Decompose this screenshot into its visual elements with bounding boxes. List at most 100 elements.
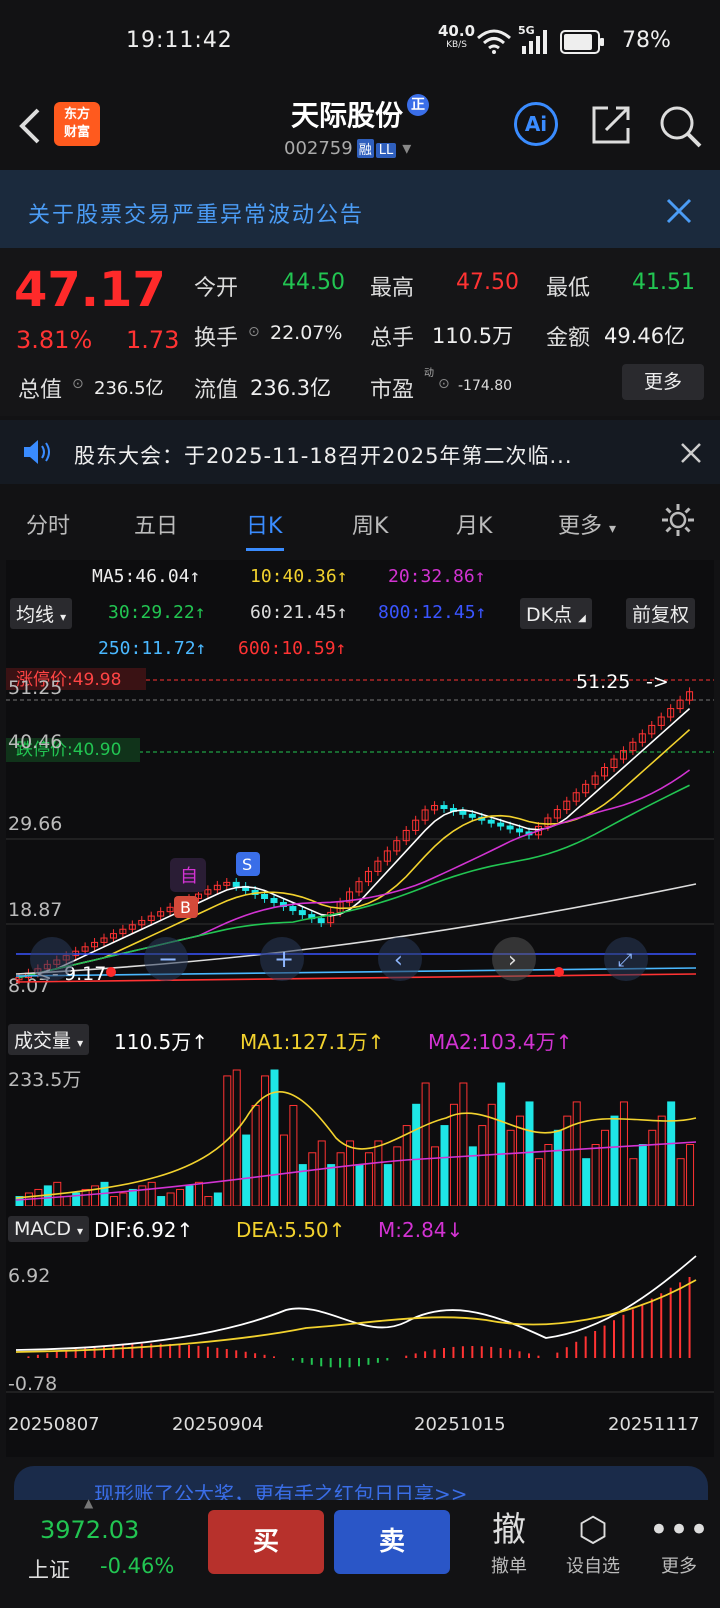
candle <box>468 813 476 818</box>
cancel-order-button[interactable]: 撤撤单 <box>474 1508 544 1578</box>
y-tick: 40.46 <box>8 731 62 753</box>
tab-more[interactable]: 更多 ▾ <box>558 508 616 540</box>
ma5-legend: MA5:46.04↑ <box>92 566 201 587</box>
announcement-text[interactable]: 股东大会：于2025-11-18召开2025年第二次临... <box>74 440 573 470</box>
notice-text[interactable]: 关于股票交易严重异常波动公告 <box>28 197 364 229</box>
index-pct[interactable]: -0.46% <box>100 1554 174 1578</box>
signal-icon <box>522 30 547 54</box>
macd-select[interactable]: MACD ▾ <box>8 1216 90 1242</box>
volume-bar <box>478 1125 487 1206</box>
adjust-select[interactable]: 前复权 <box>626 598 696 629</box>
dif-legend: DIF:6.92↑ <box>94 1218 194 1242</box>
mktcap-value: 236.5亿 <box>94 378 164 399</box>
search-icon[interactable] <box>658 104 702 148</box>
ll-tag: LL <box>375 143 397 158</box>
volume-bar <box>601 1129 610 1206</box>
tab-five-day[interactable]: 五日 <box>134 508 178 540</box>
battery-icon <box>560 30 604 54</box>
candle <box>270 897 278 904</box>
change-amount: 1.73 <box>126 326 180 354</box>
date-label: 20250904 <box>172 1414 264 1435</box>
ai-button[interactable]: Ai <box>514 102 558 146</box>
candle <box>317 918 325 924</box>
expand-icon: ⤢ <box>618 950 633 971</box>
indicator-select[interactable]: 均线 ▾ <box>10 598 73 629</box>
volume-bar <box>109 1196 118 1206</box>
more-menu-button[interactable]: ••• 更多 <box>644 1508 714 1578</box>
dea-line <box>15 1279 697 1353</box>
amount-value: 49.46亿 <box>604 324 686 348</box>
tab-intraday[interactable]: 分时 <box>26 508 70 540</box>
volume-bar <box>346 1140 355 1206</box>
buy-button[interactable]: 买 <box>208 1510 324 1574</box>
speaker-icon <box>24 440 50 464</box>
candle <box>261 893 269 899</box>
float-value: 236.3亿 <box>250 376 332 400</box>
vol-ma1-legend: MA1:127.1万↑ <box>240 1030 385 1054</box>
amount-label: 金额 <box>546 326 591 351</box>
tab-weekly-k[interactable]: 周K <box>352 508 388 540</box>
volume-bar <box>459 1082 468 1206</box>
volume-bar <box>185 1185 194 1206</box>
macd-chart[interactable]: 6.92 -0.78 <box>6 1250 714 1398</box>
info-icon[interactable]: ⊙ <box>72 376 84 392</box>
y-tick: 6.92 <box>8 1265 50 1287</box>
volume-label: 总手 <box>370 326 415 351</box>
minus-icon: − <box>158 945 178 973</box>
chevron-right-icon: › <box>508 948 517 973</box>
close-icon[interactable] <box>666 198 692 224</box>
dea-legend: DEA:5.50↑ <box>236 1218 346 1242</box>
volume-bar <box>619 1101 628 1206</box>
macd-m-legend: M:2.84↓ <box>378 1218 464 1242</box>
volume-chart[interactable]: 233.5万 <box>6 1058 714 1206</box>
settings-gear-icon[interactable] <box>660 502 696 538</box>
date-label: 20251015 <box>414 1414 506 1435</box>
candle <box>232 881 240 887</box>
index-name[interactable]: 上证 <box>28 1554 70 1584</box>
add-watchlist-button[interactable]: ⬡ 设自选 <box>558 1508 628 1578</box>
pe-dynamic-sup: 动 <box>424 368 434 379</box>
y-tick: 18.87 <box>8 899 62 921</box>
volume-bar <box>497 1082 506 1206</box>
caret-up-icon: ▲ <box>84 1496 94 1510</box>
sell-button[interactable]: 卖 <box>334 1510 450 1574</box>
y-tick: 233.5万 <box>8 1069 81 1091</box>
volume-bar <box>213 1192 222 1206</box>
stock-code[interactable]: 002759 融 LL ▾ <box>284 138 411 159</box>
turnover-value: 22.07% <box>270 322 343 344</box>
more-button[interactable]: 更多 <box>622 364 704 400</box>
high-marker-arrow: -> <box>646 671 669 693</box>
tab-monthly-k[interactable]: 月K <box>456 508 492 540</box>
ma10-legend: 10:40.36↑ <box>250 566 348 587</box>
share-icon[interactable] <box>590 104 632 146</box>
kline-chart[interactable]: 涨停价:49.98 跌停价:40.90 51.25 40.46 29.66 18… <box>6 664 714 1014</box>
info-icon[interactable]: ⊙ <box>248 324 260 340</box>
network-speed: 40.0 KB/S <box>438 22 476 51</box>
info-icon[interactable]: ⊙ <box>438 376 450 392</box>
vol-ma2-legend: MA2:103.4万↑ <box>428 1030 573 1054</box>
wifi-icon <box>477 29 511 54</box>
ma60-legend: 60:21.45↑ <box>250 602 348 623</box>
index-value[interactable]: 3972.03 <box>40 1516 139 1544</box>
volume-bar <box>591 1144 600 1206</box>
volume-bar <box>308 1152 317 1206</box>
volume-bar <box>364 1152 373 1206</box>
volume-select[interactable]: 成交量 ▾ <box>8 1024 90 1055</box>
open-value: 44.50 <box>282 270 345 295</box>
candle <box>506 825 514 830</box>
y-tick: 29.66 <box>8 813 62 835</box>
volume-bar <box>563 1115 572 1206</box>
candle <box>289 906 297 912</box>
promo-text[interactable]: 现形账了公大奖，更有手之红包日日享>> <box>94 1478 468 1500</box>
low-value: 41.51 <box>632 270 695 295</box>
volume-bar <box>516 1115 525 1206</box>
close-icon[interactable] <box>680 442 702 464</box>
zoom-out-button <box>30 937 74 981</box>
volume-bar <box>629 1158 638 1206</box>
volume-bar <box>81 1188 90 1206</box>
margin-tag: 融 <box>356 139 374 158</box>
dk-point-select[interactable]: DK点 ◢ <box>520 598 592 629</box>
volume-bar <box>686 1144 695 1206</box>
volume-bar <box>572 1101 581 1206</box>
tab-daily-k[interactable]: 日K <box>246 508 282 540</box>
